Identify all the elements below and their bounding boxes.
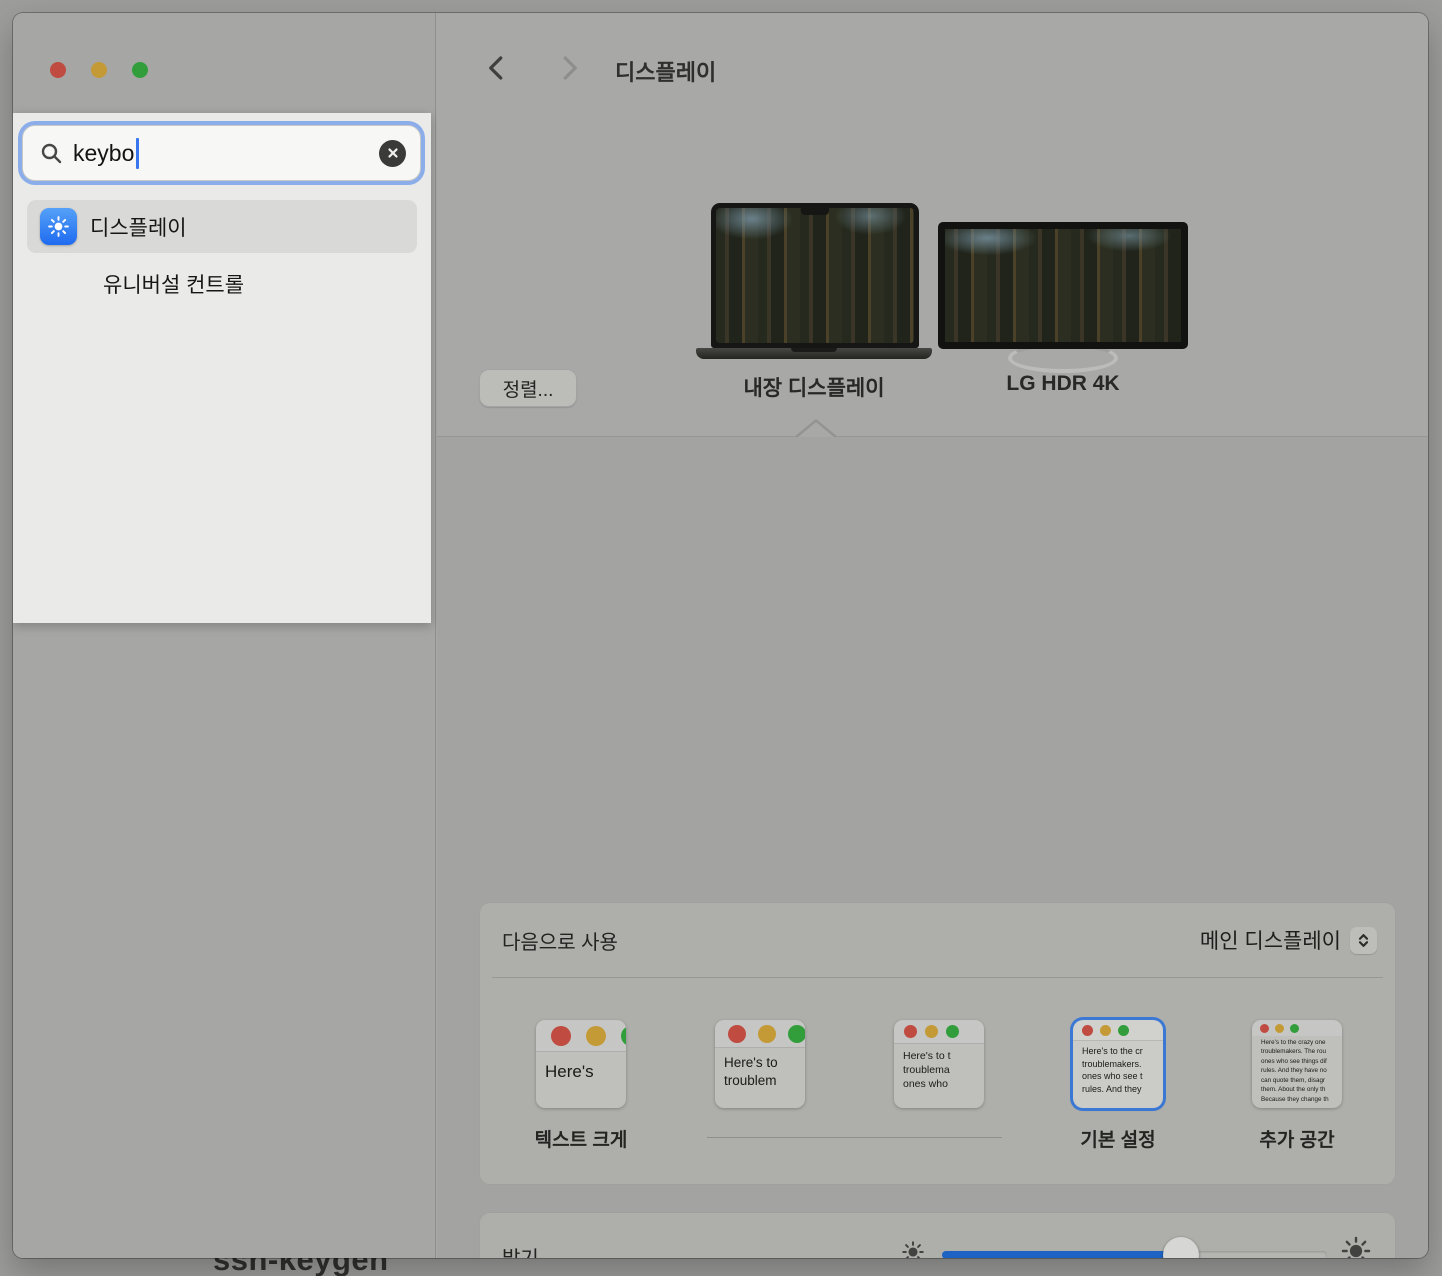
- search-result-label: 디스플레이: [90, 212, 187, 242]
- preview-text: Here's to the crazy one troublemakers. T…: [1252, 1036, 1342, 1104]
- display-selector-zone: 디스플레이 내장 디스플레이 LG HDR 4K 정렬...: [437, 13, 1428, 437]
- preview-text: Here's to the cr troublemakers. ones who…: [1073, 1041, 1163, 1095]
- scaling-preview-window: Here's to the crazy one troublemakers. T…: [1252, 1020, 1342, 1108]
- use-as-dropdown[interactable]: 메인 디스플레이: [1200, 925, 1377, 955]
- display-settings-pane: 디스플레이 내장 디스플레이 LG HDR 4K 정렬...: [437, 13, 1428, 1258]
- search-icon: [39, 141, 63, 165]
- pane-header: 디스플레이: [437, 13, 1428, 125]
- preview-titlebar: [536, 1020, 626, 1052]
- resolution-card: 다음으로 사용 메인 디스플레이: [479, 902, 1396, 1185]
- card-divider: [492, 977, 1383, 978]
- system-settings-window: keybo: [13, 13, 1428, 1258]
- brightness-slider[interactable]: [942, 1251, 1327, 1258]
- preview-text: Here's: [536, 1052, 626, 1082]
- preview-titlebar: [1073, 1020, 1163, 1041]
- scaling-preview-window: Here's to troublem: [715, 1020, 805, 1108]
- preview-titlebar: [715, 1020, 805, 1048]
- external-display-name: LG HDR 4K: [913, 372, 1213, 396]
- preview-text: Here's to troublem: [715, 1048, 805, 1089]
- search-input[interactable]: keybo: [22, 125, 421, 181]
- macbook-notch: [801, 208, 829, 215]
- background-window-strip: ssh-keygen: [0, 1258, 1442, 1276]
- scaling-preview-window: Here's: [536, 1020, 626, 1108]
- clear-search-button[interactable]: [379, 140, 406, 167]
- scaling-option-more-space[interactable]: Here's to the crazy one troublemakers. T…: [1252, 1020, 1342, 1108]
- builtin-display-thumbnail[interactable]: [711, 203, 919, 348]
- zoom-button[interactable]: [132, 62, 148, 78]
- search-query-text: keybo: [73, 140, 134, 167]
- search-result-displays[interactable]: 디스플레이: [27, 200, 417, 253]
- scaling-connector-line: [707, 1137, 1002, 1138]
- scaling-option-default[interactable]: Here's to the cr troublemakers. ones who…: [1073, 1020, 1163, 1108]
- preview-titlebar: [1252, 1020, 1342, 1036]
- desktop-screen: ssh-keygen keybo: [0, 0, 1442, 1276]
- arrange-button[interactable]: 정렬...: [479, 369, 577, 407]
- window-controls: [50, 62, 148, 78]
- close-button[interactable]: [50, 62, 66, 78]
- background-terminal-text: ssh-keygen: [213, 1258, 389, 1276]
- external-display-thumbnail[interactable]: [938, 222, 1188, 349]
- brightness-slider-fill: [942, 1251, 1181, 1258]
- wallpaper-forest: [945, 229, 1181, 342]
- brightness-label: 밝기: [502, 1242, 539, 1258]
- preview-text: Here's to t troublema ones who: [894, 1044, 984, 1092]
- scaling-label-more-space: 추가 공간: [1207, 1125, 1387, 1152]
- scaling-option-2[interactable]: Here's to troublem: [715, 1020, 805, 1108]
- search-result-label: 유니버설 컨트롤: [103, 269, 244, 299]
- use-as-label: 다음으로 사용: [502, 926, 618, 955]
- scaling-label-larger-text: 텍스트 크게: [491, 1125, 671, 1152]
- forward-button[interactable]: [554, 53, 584, 83]
- text-cursor: [136, 138, 139, 169]
- scaling-preview-window: Here's to t troublema ones who: [894, 1020, 984, 1108]
- scaling-option-3[interactable]: Here's to t troublema ones who: [894, 1020, 984, 1108]
- wallpaper-forest: [716, 208, 914, 343]
- brightness-low-icon: [900, 1239, 926, 1258]
- scaling-option-larger-text[interactable]: Here's: [536, 1020, 626, 1108]
- sidebar: keybo: [13, 13, 436, 1258]
- brightness-high-icon: [1340, 1235, 1372, 1258]
- scaling-label-default: 기본 설정: [1028, 1125, 1208, 1152]
- search-results-panel: keybo: [13, 113, 431, 623]
- display-brightness-icon: [40, 208, 77, 245]
- settings-content: 다음으로 사용 메인 디스플레이: [437, 437, 1428, 1258]
- use-as-row: 다음으로 사용 메인 디스플레이: [480, 903, 1395, 977]
- scaling-preview-window: Here's to the cr troublemakers. ones who…: [1073, 1020, 1163, 1108]
- macbook-base: [696, 348, 932, 359]
- page-title: 디스플레이: [615, 55, 716, 87]
- preview-titlebar: [894, 1020, 984, 1044]
- back-button[interactable]: [482, 53, 512, 83]
- use-as-value: 메인 디스플레이: [1200, 925, 1341, 955]
- stepper-chevrons-icon: [1350, 927, 1377, 954]
- macbook-lip: [791, 348, 837, 352]
- close-icon: [387, 147, 399, 159]
- selected-display-caret-fill: [797, 422, 835, 438]
- brightness-card: 밝기: [479, 1212, 1396, 1258]
- chevron-right-icon: [554, 53, 584, 83]
- minimize-button[interactable]: [91, 62, 107, 78]
- chevron-left-icon: [482, 53, 512, 83]
- search-result-universal-control[interactable]: 유니버설 컨트롤: [27, 257, 417, 310]
